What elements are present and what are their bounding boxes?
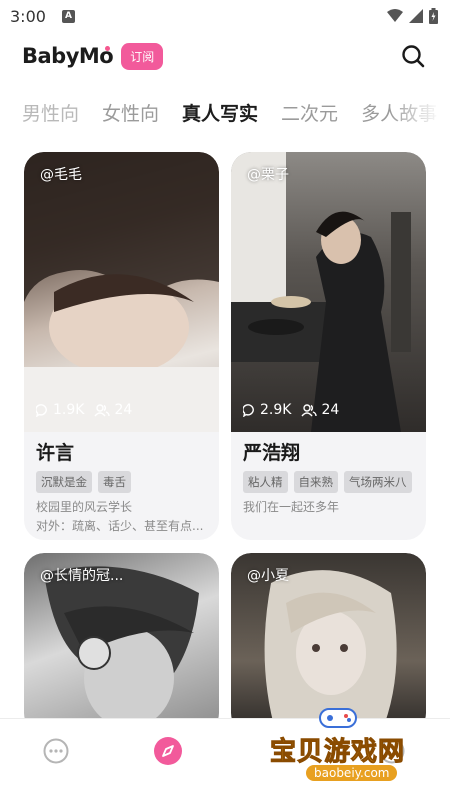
watermark-text: 宝贝游戏网 (269, 737, 406, 768)
creator-handle: @栗子 (247, 167, 289, 183)
character-image: @毛毛 1.9K 24 (24, 152, 219, 432)
message-icon (36, 403, 47, 417)
character-description: 我们在一起还多年 (243, 500, 340, 514)
tab-female[interactable]: 女性向 (102, 99, 159, 126)
tag: 毒舌 (98, 471, 131, 493)
tabs-fade (390, 92, 450, 132)
character-card[interactable]: @毛毛 1.9K 24 许言 沉默是金 毒舌 校园里的风云学长 对外：疏离、话少… (24, 152, 219, 540)
tag: 沉默是金 (36, 471, 92, 493)
portrait-art (231, 152, 411, 432)
character-name: 严浩翔 (243, 442, 301, 464)
character-image: @栗子 2.9K 24 (231, 152, 426, 432)
character-card[interactable]: @栗子 2.9K 24 严浩翔 粘人精 自来熟 气场两米八 我们在一起还多年 (231, 152, 426, 540)
category-tabs: 男性向 女性向 真人写实 二次元 多人故事 (0, 92, 450, 132)
status-time: 3:00 (10, 6, 46, 26)
character-name: 许言 (36, 442, 75, 464)
creator-handle: @长情的冠... (40, 568, 124, 584)
tag: 气场两米八 (344, 471, 412, 493)
nav-discover[interactable] (112, 719, 224, 783)
follower-count: 24 (114, 402, 133, 418)
notification-icon: A (61, 9, 75, 23)
message-count: 2.9K (260, 402, 292, 418)
character-image: @长情的冠... (24, 553, 219, 733)
tab-male[interactable]: 男性向 (22, 99, 79, 126)
character-card[interactable]: @长情的冠... (24, 553, 219, 733)
character-description: 校园里的风云学长 (36, 500, 133, 514)
wifi-icon (387, 9, 403, 22)
watermark: 宝贝游戏网 baobeiy.com (266, 705, 414, 785)
signal-icon (409, 9, 423, 23)
subscribe-button[interactable]: 订阅 (121, 42, 164, 70)
message-count: 1.9K (53, 402, 85, 418)
portrait-art (24, 152, 219, 432)
tab-anime[interactable]: 二次元 (281, 99, 338, 126)
app-logo: BabyMo (22, 44, 114, 68)
nav-chat[interactable] (0, 719, 112, 783)
creator-handle: @毛毛 (40, 167, 82, 183)
watermark-url: baobeiy.com (306, 765, 398, 781)
card-stats: 1.9K 24 (36, 402, 132, 418)
follower-count: 24 (321, 402, 340, 418)
gamepad-icon (319, 708, 357, 728)
tag: 自来熟 (293, 471, 338, 493)
chat-icon (43, 738, 69, 764)
tab-realistic[interactable]: 真人写实 (182, 99, 258, 126)
users-icon (301, 403, 318, 416)
battery-icon (429, 8, 438, 24)
compass-icon (154, 737, 182, 765)
tag: 粘人精 (243, 471, 288, 493)
search-icon (402, 45, 425, 68)
tag-list: 粘人精 自来熟 气场两米八 (243, 471, 414, 493)
users-icon (94, 403, 111, 416)
app-header: BabyMo 订阅 (0, 34, 450, 78)
character-description-2: 对外：疏离、话少、甚至有点... (36, 519, 204, 533)
creator-handle: @小夏 (247, 568, 289, 584)
status-bar: 3:00 A (0, 0, 450, 32)
search-button[interactable] (398, 41, 428, 71)
card-stats: 2.9K 24 (243, 402, 339, 418)
message-icon (243, 403, 254, 417)
tag-list: 沉默是金 毒舌 (36, 471, 207, 493)
